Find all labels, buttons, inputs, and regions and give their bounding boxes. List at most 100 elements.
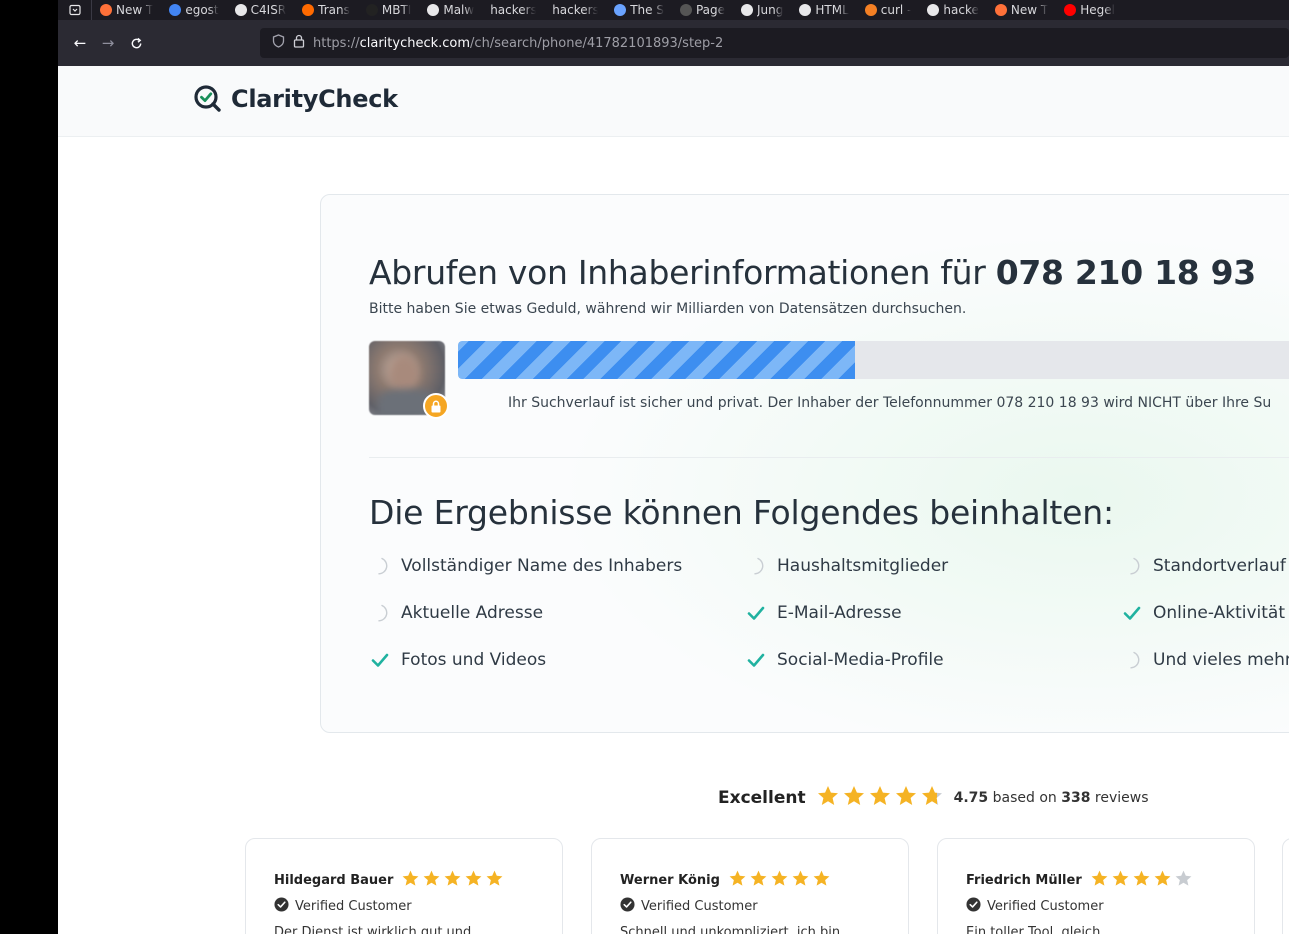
star-icon	[422, 869, 441, 892]
browser-tab[interactable]: Page	[672, 0, 733, 20]
lock-icon	[423, 393, 449, 419]
url-text[interactable]: https://claritycheck.com/ch/search/phone…	[313, 36, 723, 51]
verified-customer: Verified Customer	[620, 897, 758, 916]
review-card: Werner König Verified Customer Schnell und…	[591, 838, 909, 934]
search-phone-number: 078 210 18 93	[995, 253, 1256, 292]
browser-tab[interactable]: HTML	[791, 0, 856, 20]
loading-spinner-icon	[369, 555, 391, 577]
tab-label: hackersc	[490, 3, 537, 17]
star-icon	[920, 784, 944, 812]
tab-label: Trans	[318, 3, 350, 17]
tab-label: New T	[116, 3, 154, 17]
search-subtitle: Bitte haben Sie etwas Geduld, während wi…	[369, 301, 967, 317]
web-page: ClarityCheck Abrufen von Inhaberinformat…	[58, 66, 1289, 934]
feature-label: Und vieles mehr!	[1153, 650, 1289, 670]
browser-tab[interactable]: curl -	[857, 0, 920, 20]
browser-tab[interactable]: MBTI	[358, 0, 419, 20]
browser-tab-bar: New T egost C4ISR Trans MBTI Malw hackersc hack…	[58, 0, 1289, 20]
tab-label: hacke	[943, 3, 979, 17]
feature-label: Online-Aktivität	[1153, 603, 1285, 623]
browser-tab[interactable]: C4ISR	[227, 0, 295, 20]
browser-tab[interactable]: The S	[606, 0, 672, 20]
star-icon	[1090, 869, 1109, 892]
browser-nav-bar: ← → https://claritycheck.com/ch/search/p…	[58, 20, 1289, 66]
feature-label: Social-Media-Profile	[777, 650, 944, 670]
padlock-icon[interactable]	[293, 34, 305, 52]
loading-spinner-icon	[745, 555, 767, 577]
star-icon	[1153, 869, 1172, 892]
browser-tab[interactable]: Malw	[419, 0, 482, 20]
feature-label: Vollständiger Name des Inhabers	[401, 556, 683, 576]
reviewer-name: Werner König	[620, 873, 720, 888]
review-stars	[1090, 869, 1193, 892]
tab-label: Hegel	[1080, 3, 1115, 17]
browser-tab[interactable]: New T	[987, 0, 1056, 20]
browser-tab[interactable]: Trans	[294, 0, 358, 20]
checkmark-icon	[1121, 602, 1143, 624]
star-icon	[1132, 869, 1151, 892]
tab-label: curl -	[880, 3, 912, 17]
result-feature-item: Und vieles mehr!	[1121, 649, 1289, 671]
search-progress-fill	[458, 341, 856, 379]
feature-label: Standortverlauf	[1153, 556, 1286, 576]
rating-count: 338	[1061, 790, 1091, 806]
verified-label: Verified Customer	[295, 899, 412, 914]
result-feature-item: Vollständiger Name des Inhabers	[369, 555, 682, 577]
n-icon	[302, 4, 315, 16]
browser-tab[interactable]: hacke	[919, 0, 986, 20]
review-text: Der Dienst ist wirklich gut und	[274, 925, 472, 934]
browser-tab[interactable]: hackersc	[544, 0, 606, 20]
star-icon	[894, 784, 918, 812]
review-card: Friedrich Müller Verified Customer Ein tol…	[937, 838, 1255, 934]
star-icon	[443, 869, 462, 892]
back-arrow-icon[interactable]: ←	[68, 31, 92, 55]
result-feature-item: Aktuelle Adresse	[369, 602, 543, 624]
verified-label: Verified Customer	[641, 899, 758, 914]
forward-arrow-icon[interactable]: →	[96, 31, 120, 55]
tab-label: New T	[1010, 3, 1049, 17]
rating-label: Excellent	[718, 788, 806, 808]
tracking-shield-icon[interactable]	[272, 34, 285, 52]
review-header: Friedrich Müller	[966, 869, 1193, 892]
chatgpt-icon	[799, 4, 812, 16]
browser-tab[interactable]: Jung	[733, 0, 791, 20]
browser-tab[interactable]: Hegel	[1056, 0, 1123, 20]
tab-label: HTML	[815, 3, 849, 17]
review-stars	[401, 869, 504, 892]
browser-tab[interactable]: hackersc	[482, 0, 544, 20]
star-icon	[749, 869, 768, 892]
reload-icon[interactable]	[124, 31, 148, 55]
url-host: claritycheck.com	[359, 35, 471, 51]
privacy-note: Ihr Suchverlauf ist sicher und privat. D…	[508, 395, 1272, 411]
firefox-icon	[100, 4, 112, 16]
review-header: Hildegard Bauer	[274, 869, 504, 892]
chatgpt-icon	[234, 4, 247, 16]
search-progress-card: Abrufen von Inhaberinformationen für 078…	[320, 194, 1289, 733]
review-text: Ein toller Tool, gleich	[966, 925, 1101, 934]
results-title: Die Ergebnisse können Folgendes beinhalt…	[369, 493, 1114, 532]
reviewer-name: Hildegard Bauer	[274, 873, 394, 888]
tab-label: The S	[630, 3, 664, 17]
verified-badge-icon	[966, 897, 981, 916]
browser-tab[interactable]: egost	[161, 0, 226, 20]
rating-based-on: based on	[992, 790, 1057, 806]
tab-list-icon[interactable]	[58, 0, 92, 20]
loading-spinner-icon	[1121, 649, 1143, 671]
logo-magnifier-check-icon	[194, 85, 221, 112]
verified-badge-icon	[274, 897, 289, 916]
tab-label: Malw	[443, 3, 475, 17]
github-icon	[427, 4, 440, 16]
logo-text: ClarityCheck	[231, 85, 398, 113]
result-feature-item: Online-Aktivität	[1121, 602, 1285, 624]
verified-badge-icon	[620, 897, 635, 916]
star-icon	[816, 784, 840, 812]
site-logo[interactable]: ClarityCheck	[193, 84, 398, 114]
loading-spinner-icon	[1121, 555, 1143, 577]
feature-label: Fotos und Videos	[401, 650, 547, 670]
review-stars	[728, 869, 831, 892]
browser-tab[interactable]: New T	[92, 0, 161, 20]
result-feature-item: Standortverlauf	[1121, 555, 1286, 577]
checkmark-icon	[745, 602, 767, 624]
search-title: Abrufen von Inhaberinformationen für 078…	[369, 253, 1256, 292]
address-bar[interactable]: https://claritycheck.com/ch/search/phone…	[260, 28, 1289, 58]
